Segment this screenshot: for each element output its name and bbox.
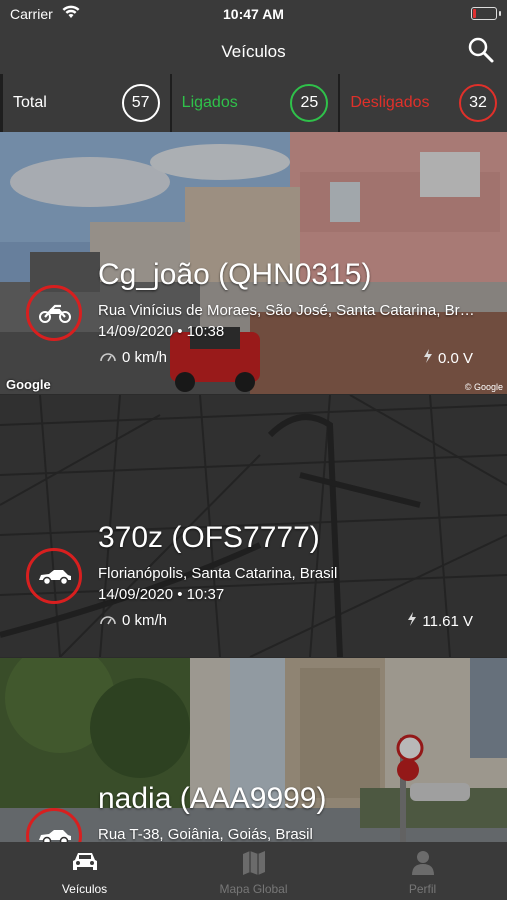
page-title: Veículos	[221, 42, 286, 61]
summary-total[interactable]: Total 57	[0, 74, 170, 132]
speed-value: 0 km/h	[122, 349, 168, 366]
vehicle-card[interactable]: 370z (OFS7777) Florianópolis, Santa Cata…	[0, 395, 507, 657]
tab-vehicles-label: Veículos	[61, 882, 108, 896]
car-icon	[37, 568, 73, 591]
battery-icon	[471, 7, 497, 20]
tab-global-map-label: Mapa Global	[219, 882, 288, 896]
tab-bar: Veículos Mapa Global Perfil	[0, 842, 507, 900]
google-copyright: © Google	[464, 382, 503, 392]
vehicle-voltage: 0.0 V	[423, 349, 473, 367]
tab-global-map[interactable]: Mapa Global	[169, 842, 338, 900]
car-icon	[37, 828, 73, 842]
vehicle-datetime: 14/09/2020 • 10:38	[98, 323, 225, 340]
vehicle-name: Cg_joão (QHN0315)	[98, 258, 372, 291]
vehicle-status-badge	[26, 285, 82, 341]
vehicle-card[interactable]: Cg_joão (QHN0315) Rua Vinícius de Moraes…	[0, 132, 507, 394]
vehicle-datetime: 14/09/2020 • 10:37	[98, 586, 225, 603]
lightning-icon	[408, 612, 417, 630]
tab-vehicles[interactable]: Veículos	[0, 842, 169, 900]
vehicle-voltage: 11.61 V	[408, 612, 473, 630]
clock: 10:47 AM	[223, 6, 284, 22]
vehicle-speed: 0 km/h	[100, 612, 167, 629]
summary-off-label: Desligados	[350, 94, 430, 111]
vehicle-status-badge	[26, 548, 82, 604]
speedometer-icon	[100, 612, 116, 629]
vehicle-address: Rua Vinícius de Moraes, São José, Santa …	[98, 302, 478, 319]
summary-off[interactable]: Desligados 32	[338, 74, 507, 132]
motorcycle-icon	[38, 303, 72, 328]
speedometer-icon	[100, 349, 116, 366]
summary-on-label: Ligados	[181, 94, 238, 111]
speed-value: 0 km/h	[122, 612, 168, 629]
summary-on-count: 25	[290, 84, 329, 122]
lightning-icon	[423, 349, 432, 367]
vehicle-card[interactable]: nadia (AAA9999) Rua T-38, Goiânia, Goiás…	[0, 658, 507, 842]
vehicle-summary: Total 57 Ligados 25 Desligados 32	[0, 74, 507, 132]
navigation-bar: Veículos	[0, 28, 507, 74]
voltage-value: 0.0 V	[437, 349, 473, 367]
car-front-icon	[71, 850, 99, 879]
summary-off-count: 32	[459, 84, 498, 122]
vehicle-list: Cg_joão (QHN0315) Rua Vinícius de Moraes…	[0, 132, 507, 842]
tab-profile[interactable]: Perfil	[338, 842, 507, 900]
person-icon	[411, 850, 435, 881]
voltage-value: 11.61 V	[422, 612, 473, 630]
map-icon	[242, 850, 266, 881]
summary-total-count: 57	[121, 84, 160, 122]
search-icon[interactable]	[467, 36, 495, 64]
battery-tip	[499, 11, 501, 16]
vehicle-name: 370z (OFS7777)	[98, 521, 320, 554]
summary-on[interactable]: Ligados 25	[169, 74, 339, 132]
tab-profile-label: Perfil	[408, 882, 437, 896]
status-bar: Carrier 10:47 AM	[0, 0, 507, 28]
vehicle-speed: 0 km/h	[100, 349, 167, 366]
vehicle-address: Florianópolis, Santa Catarina, Brasil	[98, 565, 338, 582]
summary-total-label: Total	[13, 94, 47, 111]
vehicle-address: Rua T-38, Goiânia, Goiás, Brasil	[98, 826, 313, 842]
vehicle-name: nadia (AAA9999)	[98, 782, 327, 815]
google-logo: Google	[6, 377, 51, 392]
